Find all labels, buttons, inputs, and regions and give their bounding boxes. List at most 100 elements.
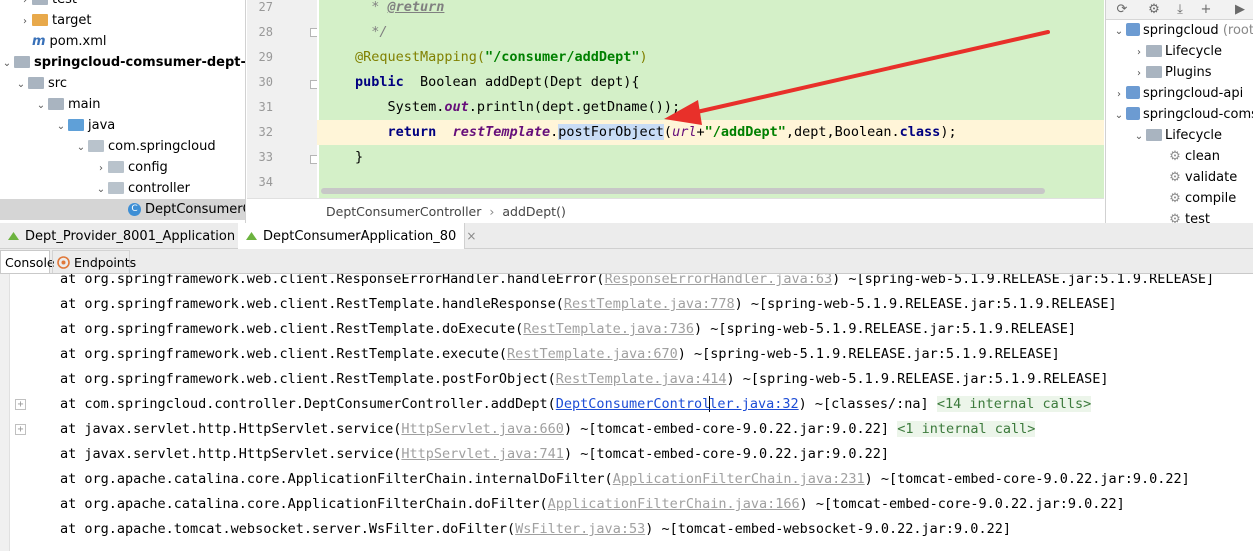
endpoints-icon: [57, 256, 70, 269]
source-link[interactable]: RestTemplate.java:736: [523, 321, 694, 337]
tab-console[interactable]: Console: [0, 250, 55, 273]
breadcrumb-method[interactable]: addDept(): [502, 204, 565, 219]
tree-item[interactable]: › config: [0, 157, 168, 178]
expand-icon[interactable]: +: [15, 399, 26, 410]
tab-endpoints[interactable]: Endpoints: [52, 250, 136, 273]
maven-item-label: validate: [1185, 170, 1238, 185]
expand-icon[interactable]: +: [15, 424, 26, 435]
spring-boot-icon: [8, 232, 19, 240]
code-line-32-current: return restTemplate.postForObject(url+"/…: [317, 120, 1104, 145]
tree-item[interactable]: ⌄ springcloud-comsumer-dept-80 [spring: [0, 52, 245, 74]
source-link[interactable]: HttpServlet.java:660: [401, 421, 564, 437]
download-icon[interactable]: ⤓: [1172, 2, 1188, 18]
maven-module-icon: [1126, 86, 1140, 99]
source-link[interactable]: RestTemplate.java:778: [564, 296, 735, 312]
maven-item[interactable]: ⌄ springcloud-comsu: [1106, 104, 1253, 125]
reimport-icon[interactable]: ⚙: [1146, 2, 1162, 18]
chevron-right-icon[interactable]: ›: [94, 158, 108, 179]
chevron-down-icon[interactable]: ⌄: [0, 53, 14, 74]
maven-item[interactable]: › springcloud-api: [1106, 83, 1243, 104]
maven-item[interactable]: ⌄ Lifecycle: [1106, 125, 1222, 146]
folder-icon: [28, 76, 44, 89]
breadcrumb-chevron-icon: ›: [489, 204, 495, 219]
console-gutter: [0, 274, 10, 551]
maven-item[interactable]: ⚙ compile: [1106, 188, 1236, 209]
source-link[interactable]: RestTemplate.java:670: [507, 346, 678, 362]
tree-item[interactable]: ⌄ src: [0, 73, 67, 94]
package-icon: [108, 181, 124, 194]
module-folder-icon: [14, 55, 30, 68]
folded-calls[interactable]: <1 internal call>: [897, 421, 1036, 437]
horizontal-scrollbar[interactable]: [321, 188, 1045, 194]
maven-module-icon: [1126, 107, 1140, 120]
chevron-down-icon[interactable]: ⌄: [14, 74, 28, 95]
chevron-down-icon[interactable]: ⌄: [1132, 126, 1146, 147]
log-line: at org.springframework.web.client.RestTe…: [60, 296, 1117, 312]
tree-item[interactable]: ⌄ controller: [0, 178, 190, 199]
chevron-right-icon[interactable]: ›: [18, 11, 32, 32]
post-for-object-method[interactable]: postForObject: [558, 124, 664, 140]
maven-item[interactable]: › Plugins: [1106, 62, 1212, 83]
breadcrumb-class[interactable]: DeptConsumerController: [326, 204, 481, 219]
package-icon: [108, 160, 124, 173]
log-line: at org.apache.tomcat.websocket.server.Ws…: [60, 521, 1011, 537]
tree-item[interactable]: ›test: [0, 0, 77, 10]
maven-item[interactable]: ⌄ springcloud (root): [1106, 20, 1253, 41]
chevron-down-icon[interactable]: ⌄: [74, 137, 88, 158]
tree-item[interactable]: C DeptConsumerCont: [0, 199, 245, 220]
line-number: 34: [258, 175, 273, 189]
editor-gutter: 27 28 29 30 31 32 33 34: [247, 0, 319, 198]
line-number: 30: [258, 75, 273, 89]
chevron-right-icon[interactable]: ›: [1112, 84, 1126, 105]
chevron-down-icon[interactable]: ⌄: [94, 179, 108, 200]
tree-item[interactable]: ⌄ main: [0, 94, 101, 116]
tree-item[interactable]: m pom.xml: [0, 31, 107, 52]
add-icon[interactable]: +: [1198, 2, 1214, 18]
folded-calls[interactable]: <14 internal calls>: [936, 396, 1092, 412]
source-link[interactable]: ApplicationFilterChain.java:166: [548, 496, 800, 512]
gear-icon: ⚙: [1169, 149, 1181, 164]
chevron-down-icon[interactable]: ⌄: [34, 95, 48, 116]
log-line: at org.apache.catalina.core.ApplicationF…: [60, 496, 1125, 512]
chevron-down-icon[interactable]: ⌄: [1112, 21, 1126, 42]
chevron-down-icon[interactable]: ⌄: [54, 116, 68, 137]
maven-toolbar: ⟳ ⚙ ⤓ + ▶: [1106, 0, 1253, 20]
line-number: 33: [258, 150, 273, 164]
maven-root-tag: (root): [1222, 23, 1253, 38]
maven-item[interactable]: ⚙ clean: [1106, 146, 1220, 167]
maven-item[interactable]: › Lifecycle: [1106, 41, 1222, 62]
maven-item[interactable]: ⚙ test: [1106, 209, 1210, 223]
code-editor[interactable]: 27 28 29 30 31 32 33 34 * @return */ @RequestMa…: [247, 0, 1104, 223]
run-icon[interactable]: ▶: [1232, 2, 1248, 18]
tree-item[interactable]: › target: [0, 10, 92, 31]
source-link[interactable]: DeptConsumerController.java:32: [556, 396, 799, 412]
source-link[interactable]: RestTemplate.java:414: [556, 371, 727, 387]
code-area[interactable]: * @return */ @RequestMapping("/consumer/…: [317, 0, 1104, 198]
chevron-right-icon[interactable]: ›: [1132, 63, 1146, 84]
tree-item[interactable]: ⌄ com.springcloud: [0, 136, 216, 157]
tree-item[interactable]: ⌄ java: [0, 115, 115, 136]
tree-item-label: config: [128, 160, 168, 175]
close-icon[interactable]: ×: [466, 229, 476, 243]
source-link[interactable]: WsFilter.java:53: [515, 521, 645, 537]
log-line: at org.springframework.web.client.RestTe…: [60, 321, 1076, 337]
log-line: at org.apache.catalina.core.ApplicationF…: [60, 471, 1190, 487]
source-link[interactable]: HttpServlet.java:741: [401, 446, 564, 462]
maven-item[interactable]: ⚙ validate: [1106, 167, 1237, 188]
run-tab-dept-provider[interactable]: Dept_Provider_8001_Application×: [0, 223, 255, 249]
run-tab-dept-consumer[interactable]: DeptConsumerApplication_80 ×: [238, 223, 476, 249]
log-line: at javax.servlet.http.HttpServlet.servic…: [60, 446, 890, 462]
source-link[interactable]: ResponseErrorHandler.java:63: [605, 274, 833, 287]
line-number: 29: [258, 50, 273, 64]
code-line-29: @RequestMapping("/consumer/addDept"): [355, 49, 648, 65]
folder-icon: [32, 0, 48, 5]
spring-boot-icon: [246, 232, 257, 240]
chevron-down-icon[interactable]: ⌄: [1112, 105, 1126, 126]
chevron-right-icon[interactable]: ›: [1132, 42, 1146, 63]
tree-item-label: DeptConsumerCont: [145, 202, 245, 217]
folder-blue-icon: [68, 118, 84, 131]
console-output[interactable]: at org.springframework.web.client.Respon…: [0, 274, 1253, 551]
gear-icon: ⚙: [1169, 212, 1181, 223]
refresh-icon[interactable]: ⟳: [1114, 2, 1130, 18]
source-link[interactable]: ApplicationFilterChain.java:231: [613, 471, 865, 487]
